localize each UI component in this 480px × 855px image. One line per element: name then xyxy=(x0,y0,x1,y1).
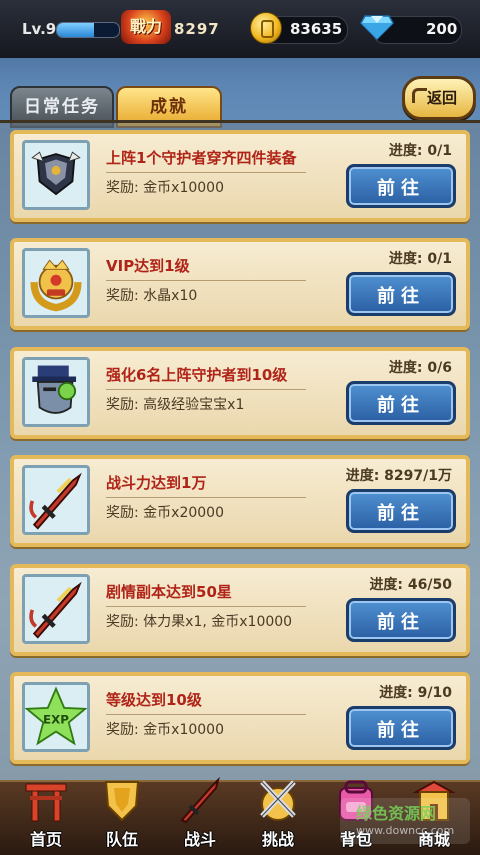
task-title: 战斗力达到1万 xyxy=(106,474,207,492)
svg-text:EXP: EXP xyxy=(43,712,69,726)
top-status-bar: Lv.9 戰力 8297 83635 200 xyxy=(0,0,480,58)
nav-team[interactable]: 队伍 xyxy=(84,781,160,855)
player-level: Lv.9 xyxy=(22,20,57,38)
level-progress-bar xyxy=(56,22,120,38)
power-value: 8297 xyxy=(174,20,220,38)
task-progress: 进度: 46/50 xyxy=(369,577,452,593)
go-button[interactable]: 前往 xyxy=(346,272,456,316)
sword-icon xyxy=(22,574,90,644)
task-card: 上阵1个守护者穿齐四件装备 奖励: 金币x10000 进度: 0/1 前往 xyxy=(10,130,470,222)
task-progress: 进度: 0/1 xyxy=(388,143,452,159)
nav-home[interactable]: 首页 xyxy=(8,782,84,855)
task-progress: 进度: 0/6 xyxy=(388,360,452,376)
task-reward: 奖励: 金币x20000 xyxy=(106,505,224,521)
nav-battle[interactable]: 战斗 xyxy=(162,776,238,855)
task-progress: 进度: 9/10 xyxy=(379,685,452,701)
diamond-icon xyxy=(360,15,394,40)
team-shield-icon xyxy=(104,781,140,822)
task-reward: 奖励: 金币x10000 xyxy=(106,722,224,738)
battle-sword-icon xyxy=(180,776,220,824)
go-button[interactable]: 前往 xyxy=(346,706,456,750)
task-reward: 奖励: 水晶x10 xyxy=(106,288,198,304)
task-card: EXP 等级达到10级 奖励: 金币x10000 进度: 9/10 前往 xyxy=(10,672,470,764)
task-title: 剧情副本达到50星 xyxy=(106,583,232,601)
divider xyxy=(106,606,306,607)
sword-icon xyxy=(22,465,90,535)
task-title: VIP达到1级 xyxy=(106,257,190,275)
task-reward: 奖励: 金币x10000 xyxy=(106,180,224,196)
go-button[interactable]: 前往 xyxy=(346,598,456,642)
back-button-label: 返回 xyxy=(427,89,458,107)
armor-set-icon xyxy=(22,140,90,210)
coin-icon xyxy=(250,12,282,44)
go-button[interactable]: 前往 xyxy=(346,489,456,533)
divider xyxy=(106,389,306,390)
gem-value: 200 xyxy=(426,20,458,38)
task-card: 剧情副本达到50星 奖励: 体力果x1, 金币x10000 进度: 46/50 … xyxy=(10,564,470,656)
task-title: 等级达到10级 xyxy=(106,691,202,709)
task-title: 强化6名上阵守护者到10级 xyxy=(106,366,288,384)
vip-badge-icon xyxy=(22,248,90,318)
home-gate-icon xyxy=(25,783,67,822)
task-reward: 奖励: 体力果x1, 金币x10000 xyxy=(106,614,293,630)
go-button[interactable]: 前往 xyxy=(346,164,456,208)
guardian-head-icon xyxy=(22,357,90,427)
divider xyxy=(106,714,306,715)
nav-challenge[interactable]: 挑战 xyxy=(240,780,316,855)
back-arrow-icon xyxy=(412,88,427,103)
task-progress: 进度: 8297/1万 xyxy=(345,468,452,484)
exp-star-icon: EXP xyxy=(22,682,90,752)
go-button[interactable]: 前往 xyxy=(346,381,456,425)
task-card: 强化6名上阵守护者到10级 奖励: 高级经验宝宝x1 进度: 0/6 前往 xyxy=(10,347,470,439)
back-button[interactable]: 返回 xyxy=(402,76,476,120)
divider xyxy=(106,280,306,281)
watermark-text: 绿色资源网 xyxy=(356,804,437,823)
divider xyxy=(106,172,306,173)
coin-value: 83635 xyxy=(290,20,343,38)
task-title: 上阵1个守护者穿齐四件装备 xyxy=(106,149,297,167)
task-reward: 奖励: 高级经验宝宝x1 xyxy=(106,397,245,413)
task-card: 战斗力达到1万 奖励: 金币x20000 进度: 8297/1万 前往 xyxy=(10,455,470,547)
task-card: VIP达到1级 奖励: 水晶x10 进度: 0/1 前往 xyxy=(10,238,470,330)
challenge-crossed-swords-icon xyxy=(260,780,296,821)
task-progress: 进度: 0/1 xyxy=(388,251,452,267)
watermark-url: www.downcc.com xyxy=(356,824,455,837)
power-icon: 戰力 xyxy=(121,10,171,44)
divider xyxy=(106,497,306,498)
